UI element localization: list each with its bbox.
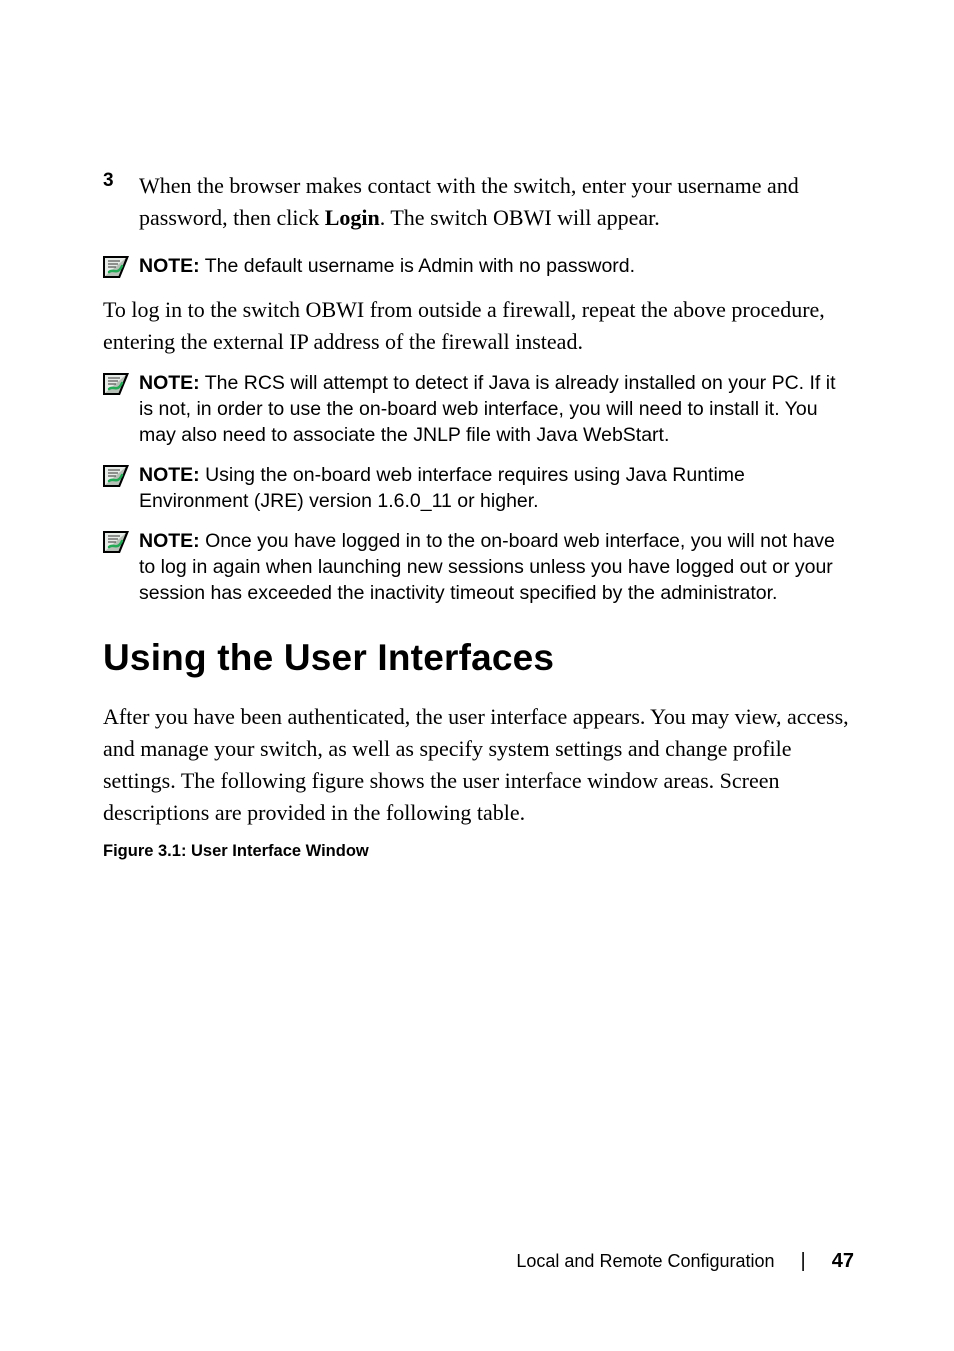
step-text-bold: Login: [325, 205, 380, 230]
note-label: NOTE:: [139, 255, 200, 277]
note-label: NOTE:: [139, 530, 200, 552]
paragraph: To log in to the switch OBWI from outsid…: [103, 294, 854, 358]
section-heading: Using the User Interfaces: [103, 637, 854, 679]
step-text-trailing: . The switch OBWI will appear.: [380, 205, 660, 230]
page-footer: Local and Remote Configuration | 47: [516, 1250, 854, 1273]
note-block: NOTE: Once you have logged in to the on-…: [103, 529, 854, 607]
note-block: NOTE: The default username is Admin with…: [103, 254, 854, 280]
note-icon: [103, 254, 139, 278]
figure-caption: Figure 3.1: User Interface Window: [103, 842, 854, 861]
note-block: NOTE: Using the on-board web interface r…: [103, 463, 854, 515]
paragraph: After you have been authenticated, the u…: [103, 701, 854, 829]
note-icon: [103, 529, 139, 553]
footer-separator: |: [801, 1250, 806, 1273]
note-text: NOTE: The default username is Admin with…: [139, 254, 635, 280]
footer-section-title: Local and Remote Configuration: [516, 1251, 774, 1272]
note-content: Once you have logged in to the on-board …: [139, 530, 835, 604]
note-text: NOTE: Using the on-board web interface r…: [139, 463, 854, 515]
note-icon: [103, 371, 139, 395]
note-label: NOTE:: [139, 372, 200, 394]
footer-page-number: 47: [832, 1250, 854, 1273]
note-text: NOTE: Once you have logged in to the on-…: [139, 529, 854, 607]
step-item: 3 When the browser makes contact with th…: [103, 170, 854, 234]
note-content: The RCS will attempt to detect if Java i…: [139, 372, 836, 446]
note-text: NOTE: The RCS will attempt to detect if …: [139, 371, 854, 449]
note-content: The default username is Admin with no pa…: [200, 255, 635, 277]
note-content: Using the on-board web interface require…: [139, 464, 745, 512]
note-block: NOTE: The RCS will attempt to detect if …: [103, 371, 854, 449]
note-label: NOTE:: [139, 464, 200, 486]
step-text: When the browser makes contact with the …: [139, 170, 854, 234]
step-number: 3: [103, 170, 139, 234]
note-icon: [103, 463, 139, 487]
